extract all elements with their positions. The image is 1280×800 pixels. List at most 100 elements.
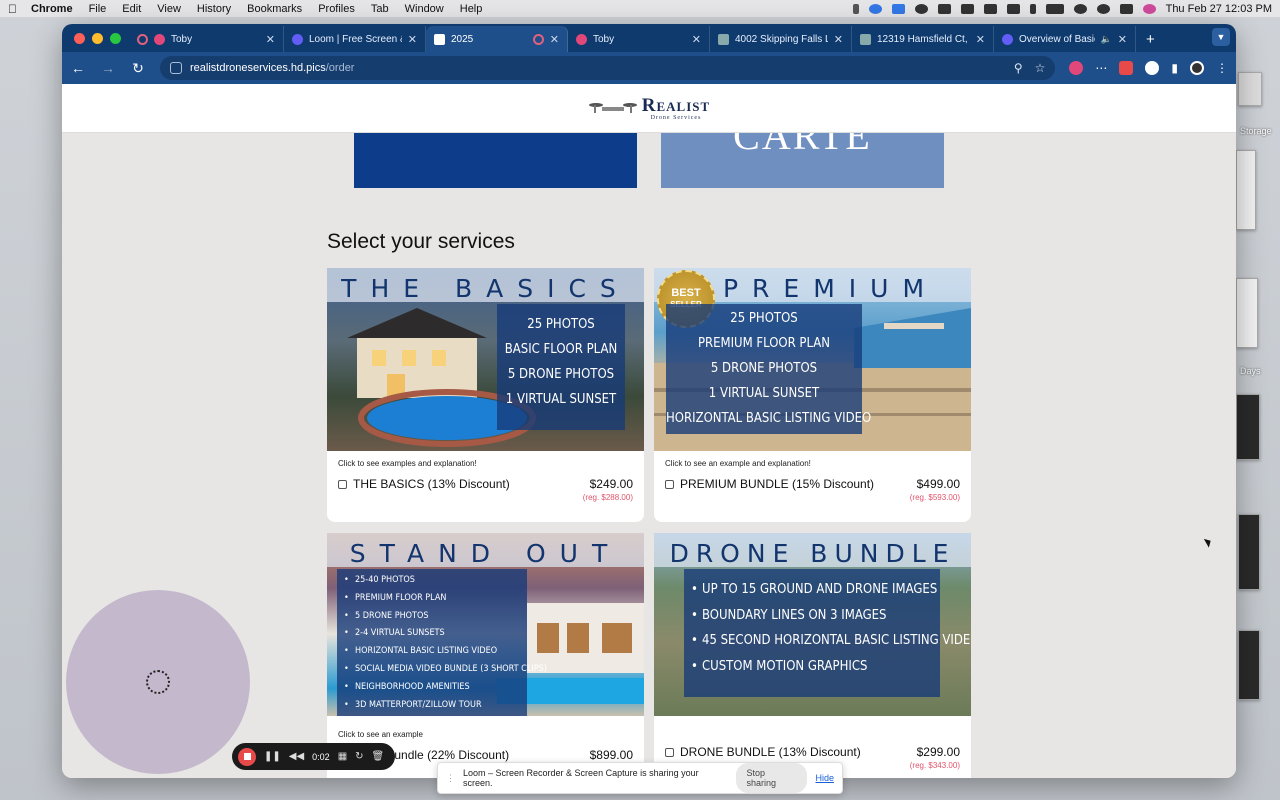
desktop-label-storage[interactable]: Storage <box>1240 126 1272 136</box>
sync-icon[interactable] <box>914 3 928 14</box>
address-bar[interactable]: realistdroneservices.hd.pics/order ⚲ ☆ <box>160 56 1056 80</box>
bluetooth-icon[interactable] <box>1029 3 1036 14</box>
menu-tab[interactable]: Tab <box>371 3 389 15</box>
card-hint-link[interactable]: Click to see an example <box>338 730 633 739</box>
spotlight-icon[interactable] <box>1096 3 1110 14</box>
url-text[interactable]: realistdroneservices.hd.pics/order <box>190 62 354 74</box>
service-checkbox-drone[interactable] <box>665 747 674 757</box>
menu-clock[interactable]: Thu Feb 27 12:03 PM <box>1166 3 1272 15</box>
loom-camera-bubble[interactable] <box>66 590 250 774</box>
site-logo[interactable]: Realist Drone Services <box>588 96 710 121</box>
service-card-premium[interactable]: PREMIUM BEST SELLER 25 PHOTOS PREMIUM FL… <box>654 268 971 522</box>
menu-bookmarks[interactable]: Bookmarks <box>247 3 302 15</box>
stop-recording-button[interactable] <box>238 747 256 766</box>
apple-menu-icon[interactable]:  <box>8 2 17 16</box>
restart-icon[interactable]: ↻ <box>355 751 363 762</box>
fullscreen-window-button[interactable] <box>110 32 121 44</box>
tab-loom[interactable]: Loom | Free Screen & Video ✕ <box>284 26 426 52</box>
service-name[interactable]: PREMIUM BUNDLE (15% Discount) <box>680 477 917 491</box>
pause-icon[interactable]: ❚❚ <box>264 751 281 762</box>
menu-profiles[interactable]: Profiles <box>318 3 355 15</box>
service-image-premium[interactable]: PREMIUM BEST SELLER 25 PHOTOS PREMIUM FL… <box>654 268 971 451</box>
toby-extension-icon[interactable] <box>1069 61 1084 75</box>
tab-skipping-falls[interactable]: 4002 Skipping Falls Ln ✕ <box>710 26 852 52</box>
desktop-document-thumbnail[interactable] <box>1236 150 1256 230</box>
cloud-icon[interactable] <box>937 3 951 14</box>
volume-icon[interactable] <box>1006 3 1020 14</box>
more-extension-icon[interactable]: ⋯ <box>1095 61 1107 75</box>
tab-2025-active[interactable]: 2025 ✕ <box>426 26 568 52</box>
site-info-icon[interactable] <box>170 62 182 74</box>
service-name[interactable]: DRONE BUNDLE (13% Discount) <box>680 745 917 759</box>
close-icon[interactable]: ✕ <box>1118 33 1127 46</box>
menu-edit[interactable]: Edit <box>122 3 141 15</box>
display-icon[interactable] <box>983 3 997 14</box>
reload-icon[interactable]: ↻ <box>130 60 146 77</box>
minimize-window-button[interactable] <box>92 32 103 44</box>
menu-app-name[interactable]: Chrome <box>31 3 73 15</box>
menu-file[interactable]: File <box>89 3 107 15</box>
forward-arrow-icon[interactable]: → <box>100 60 116 76</box>
service-card-standout[interactable]: STAND OUT 25-40 PHOTOS PREMIUM FLOOR PLA… <box>327 533 644 778</box>
desktop-label-days[interactable]: Days <box>1240 366 1261 376</box>
desktop-drive-icon[interactable] <box>1238 72 1262 106</box>
openai-extension-icon[interactable] <box>1145 61 1160 75</box>
close-icon[interactable]: ✕ <box>692 33 701 46</box>
service-image-standout[interactable]: STAND OUT 25-40 PHOTOS PREMIUM FLOOR PLA… <box>327 533 644 716</box>
service-checkbox-basics[interactable] <box>338 479 347 489</box>
close-icon[interactable]: ✕ <box>834 33 843 46</box>
control-center-icon[interactable] <box>1119 3 1133 14</box>
back-arrow-icon[interactable]: ← <box>70 60 86 76</box>
new-tab-button[interactable]: + <box>1136 26 1165 52</box>
tab-toby-1[interactable]: Toby ✕ <box>129 26 284 52</box>
close-icon[interactable]: ✕ <box>408 33 417 46</box>
stop-sharing-button[interactable]: Stop sharing <box>735 763 808 793</box>
promo-banner-left[interactable] <box>354 133 637 188</box>
tab-overview[interactable]: Overview of Basic 🔈 ✕ <box>994 26 1136 52</box>
service-image-basics[interactable]: THE BASICS 25 PHOTOS BASIC FLOOR PLAN 5 … <box>327 268 644 451</box>
hide-link[interactable]: Hide <box>815 773 834 783</box>
card-hint-link[interactable]: Click to see an example and explanation! <box>665 459 960 468</box>
service-image-drone[interactable]: DRONE BUNDLE UP TO 15 GROUND AND DRONE I… <box>654 533 971 716</box>
promo-banner-right[interactable]: CARTE <box>661 133 944 188</box>
puzzle-extensions-icon[interactable]: ▮ <box>1171 61 1178 75</box>
feature-line: 5 DRONE PHOTOS <box>507 367 615 382</box>
menu-history[interactable]: History <box>197 3 231 15</box>
card-hint-link[interactable]: Click to see examples and explanation! <box>338 459 633 468</box>
desktop-screenshot-thumbnail[interactable] <box>1236 394 1260 460</box>
profile-avatar[interactable] <box>1190 61 1204 75</box>
tab-search-chevron-icon[interactable]: ▼ <box>1212 28 1230 46</box>
service-name[interactable]: THE BASICS (13% Discount) <box>353 477 590 491</box>
tab-hamsfield[interactable]: 12319 Hamsfield Ct, Tx ✕ <box>852 26 994 52</box>
desktop-photo-stack[interactable] <box>1236 278 1258 348</box>
close-icon[interactable]: ✕ <box>550 33 559 46</box>
stack-icon[interactable] <box>960 3 974 14</box>
menu-help[interactable]: Help <box>460 3 483 15</box>
service-card-basics[interactable]: THE BASICS 25 PHOTOS BASIC FLOOR PLAN 5 … <box>327 268 644 522</box>
rewind-icon[interactable]: ◀◀ <box>289 751 304 762</box>
loom-extension-icon[interactable] <box>1119 61 1134 75</box>
trash-icon[interactable]: 🗑 <box>372 751 385 762</box>
service-card-drone[interactable]: DRONE BUNDLE UP TO 15 GROUND AND DRONE I… <box>654 533 971 778</box>
grid-icon[interactable]: ▦ <box>338 751 347 762</box>
microphone-icon[interactable] <box>852 3 859 14</box>
menu-view[interactable]: View <box>157 3 181 15</box>
siri-icon[interactable] <box>1142 3 1156 14</box>
close-icon[interactable]: ✕ <box>266 33 275 46</box>
wifi-icon[interactable] <box>1073 3 1087 14</box>
drag-handle-icon[interactable]: ⋮ <box>446 773 455 784</box>
desktop-screenshot-thumbnail[interactable] <box>1238 630 1260 700</box>
close-window-button[interactable] <box>74 32 85 44</box>
bookmark-star-icon[interactable]: ☆ <box>1035 61 1046 75</box>
close-icon[interactable]: ✕ <box>976 33 985 46</box>
zoom-lens-icon[interactable]: ⚲ <box>1014 61 1023 75</box>
battery-icon[interactable] <box>1045 3 1064 14</box>
vpn-icon[interactable] <box>891 3 905 14</box>
tab-toby-2[interactable]: Toby ✕ <box>568 26 710 52</box>
zoom-icon[interactable] <box>868 3 882 14</box>
chrome-menu-icon[interactable]: ⋮ <box>1216 61 1228 75</box>
service-checkbox-premium[interactable] <box>665 479 674 489</box>
speaker-icon[interactable]: 🔈 <box>1101 34 1112 45</box>
desktop-screenshot-thumbnail[interactable] <box>1238 514 1260 590</box>
menu-window[interactable]: Window <box>405 3 444 15</box>
